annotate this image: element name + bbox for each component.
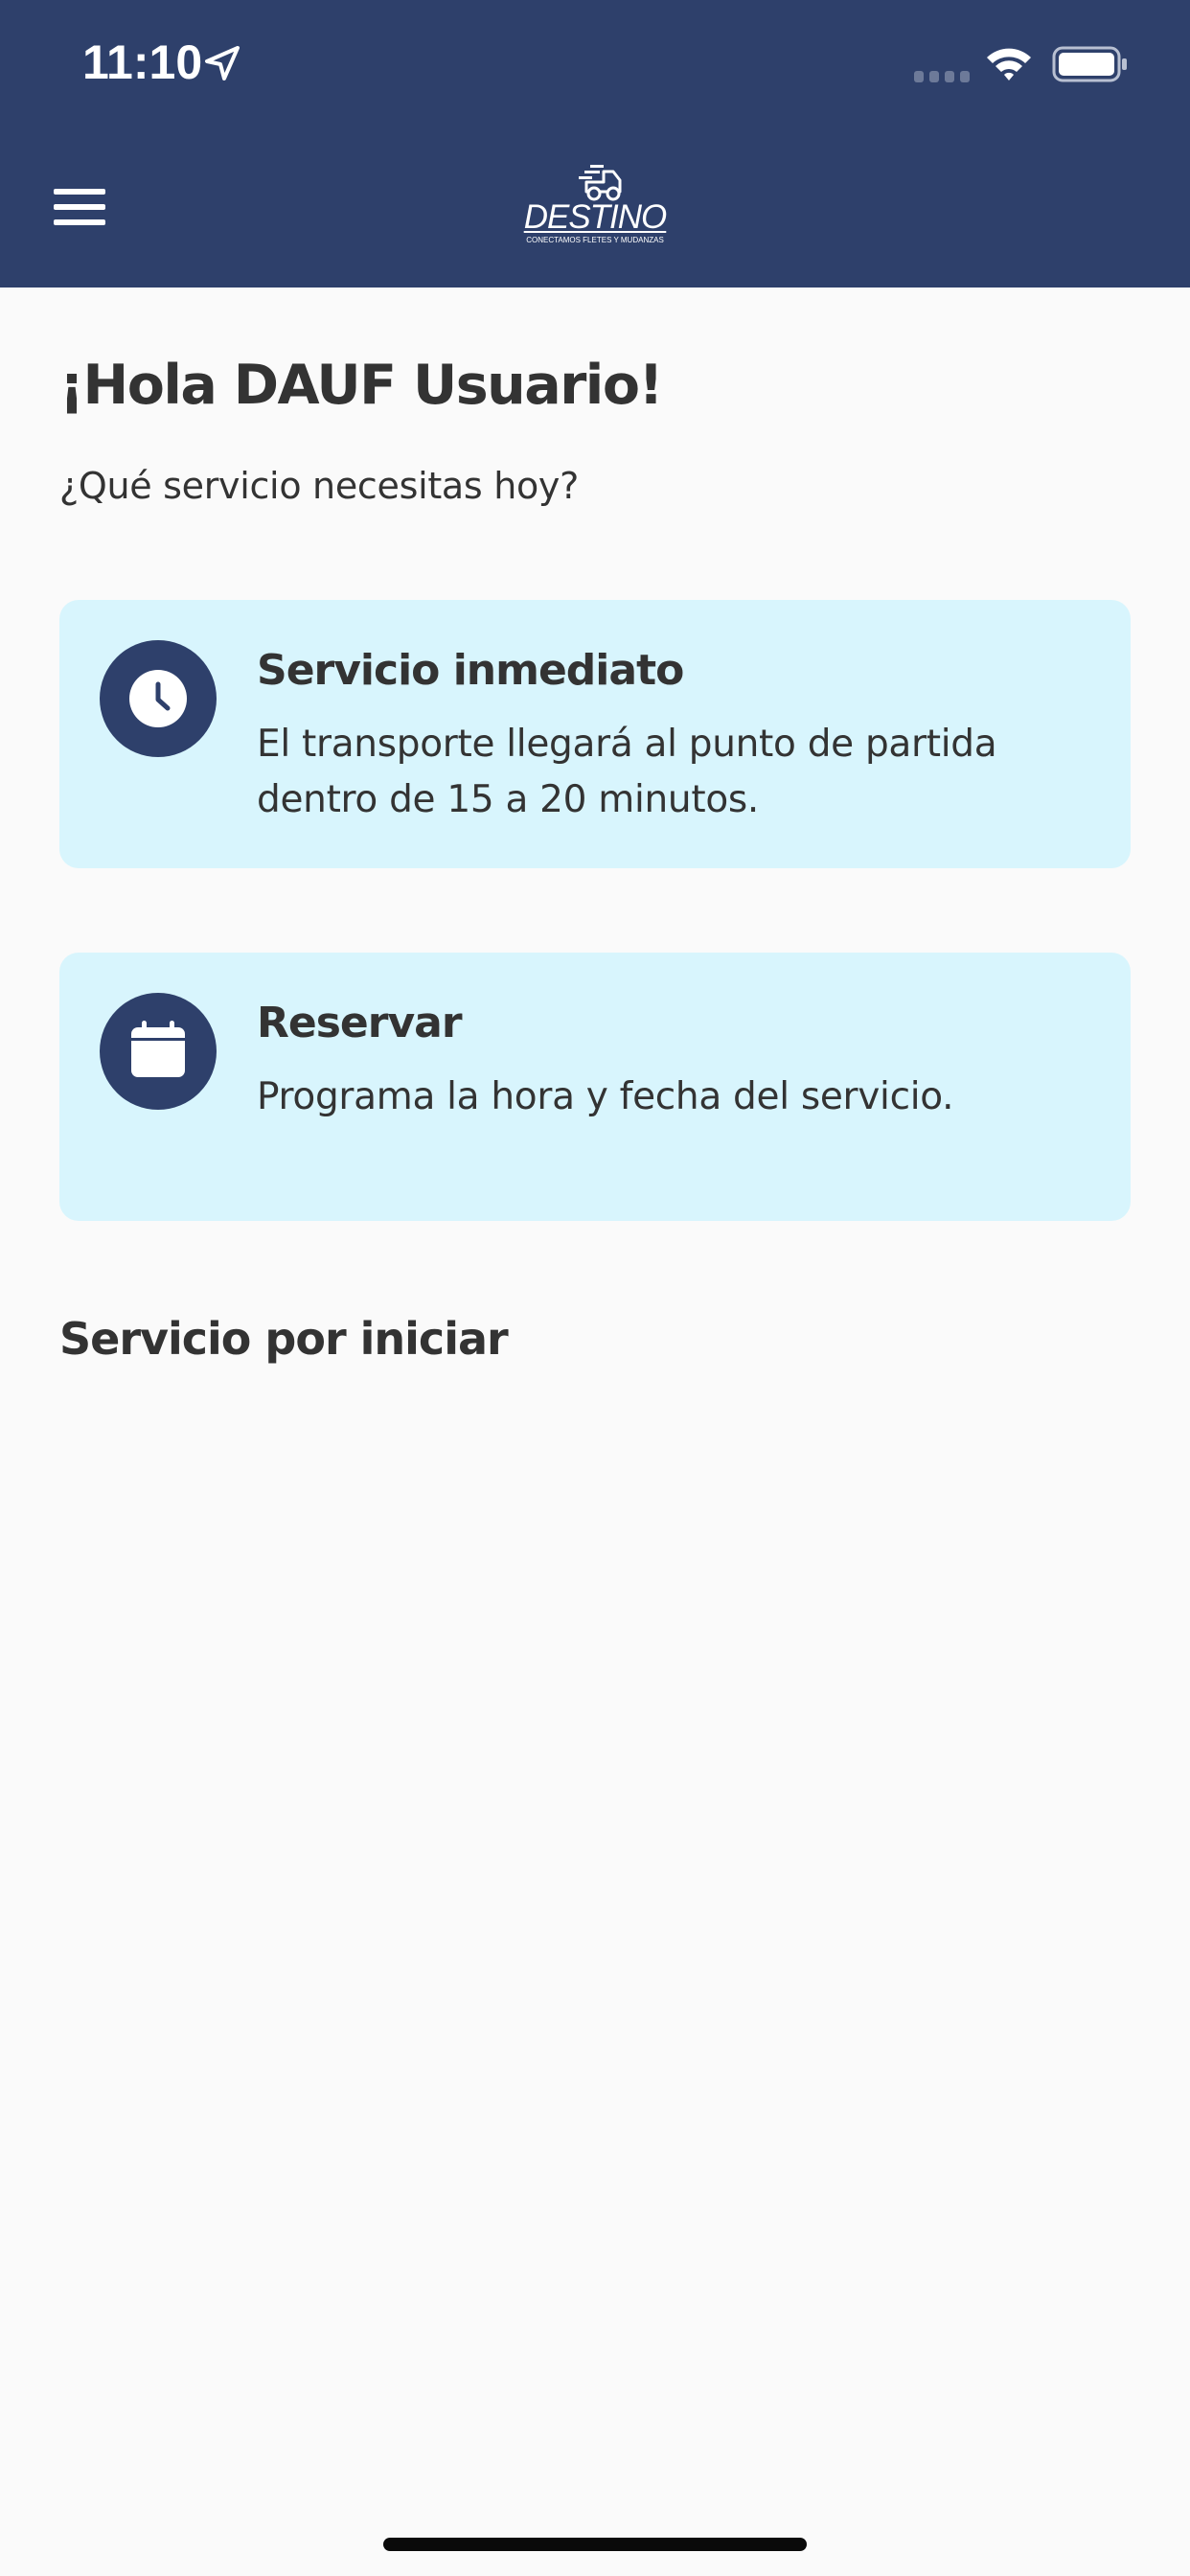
service-prompt: ¿Qué servicio necesitas hoy? [59,465,579,507]
app-header: 11:10 DESTINO CONECTAMOS FLETES Y MUDANZ… [0,0,1190,288]
logo-tagline: CONECTAMOS FLETES Y MUDANZAS [526,236,664,244]
battery-icon [1052,46,1127,82]
card-title: Servicio inmediato [257,646,684,695]
hamburger-menu-icon [54,189,105,195]
cellular-signal-icon [914,71,970,82]
calendar-icon-badge [100,993,217,1110]
card-title: Reservar [257,999,463,1047]
calendar-icon [131,1021,185,1077]
clock-icon-badge [100,640,217,757]
card-description: El transporte llegará al punto de partid… [257,723,997,821]
logo-name: DESTINO [523,198,668,236]
greeting-heading: ¡Hola DAUF Usuario! [59,354,664,417]
pending-service-heading: Servicio por iniciar [59,1313,509,1365]
destino-logo: DESTINO CONECTAMOS FLETES Y MUDANZAS [512,163,678,251]
location-arrow-icon [205,46,240,80]
reserve-service-card[interactable]: Reservar Programa la hora y fecha del se… [59,953,1131,1221]
status-time: 11:10 [82,35,203,89]
truck-logo-icon [579,165,622,201]
status-bar: 11:10 [0,0,1190,128]
wifi-icon [987,48,1031,80]
clock-icon [129,670,187,727]
card-description: Programa la hora y fecha del servicio. [257,1075,954,1118]
immediate-service-card[interactable]: Servicio inmediato El transporte llegará… [59,600,1131,868]
menu-button[interactable] [38,172,123,242]
home-indicator[interactable] [383,2538,807,2551]
